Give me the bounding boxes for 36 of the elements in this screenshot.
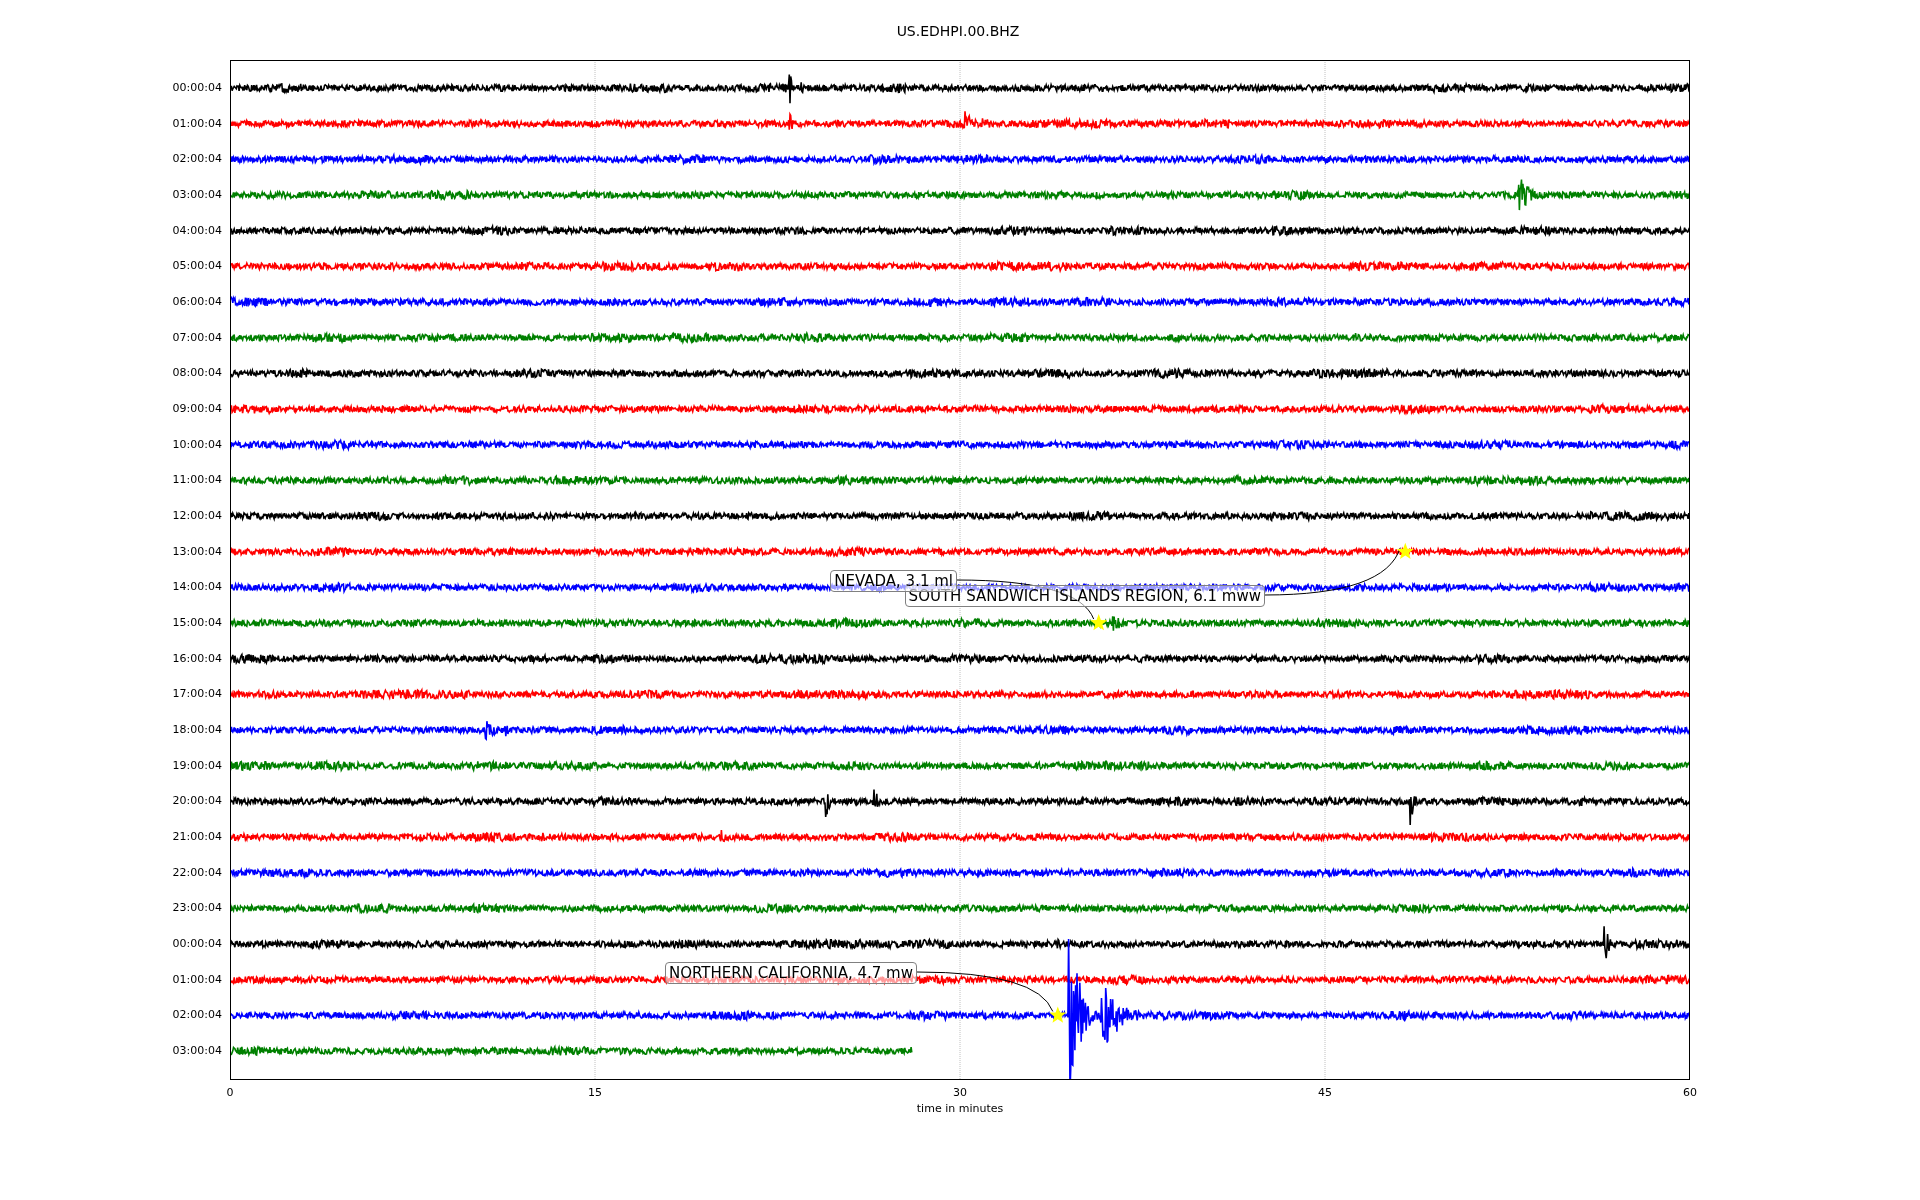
event-annotation: NORTHERN CALIFORNIA, 4.7 mw <box>665 962 917 984</box>
hour-label: 07:00:04 <box>172 329 222 346</box>
hour-label: 04:00:04 <box>172 222 222 239</box>
hour-label: 10:00:04 <box>172 436 222 453</box>
tick-label: 60 <box>1683 1086 1697 1099</box>
hour-label: 03:00:04 <box>172 187 222 204</box>
hour-label: 05:00:04 <box>172 258 222 275</box>
hour-label: 13:00:04 <box>172 543 222 560</box>
axis-label: time in minutes <box>916 1102 1004 1115</box>
hour-label: 15:00:04 <box>172 615 222 631</box>
hour-label: 18:00:04 <box>172 721 222 738</box>
hour-label: 01:00:04 <box>172 115 222 132</box>
hour-label: 01:00:04 <box>172 971 222 988</box>
hour-label: 00:00:04 <box>172 80 222 97</box>
hour-label: 09:00:04 <box>172 401 222 418</box>
tick-label: 30 <box>953 1086 967 1099</box>
hour-label: 08:00:04 <box>172 365 222 382</box>
hour-label: 17:00:04 <box>172 686 222 703</box>
hour-label: 02:00:04 <box>172 151 222 168</box>
chart-title: US.EDHPI.00.BHZ <box>896 22 1020 40</box>
tick-label: 45 <box>1318 1086 1332 1099</box>
hour-label: 00:00:04 <box>172 935 222 952</box>
hour-label: 20:00:04 <box>172 793 222 810</box>
hour-label: 11:00:04 <box>172 472 222 489</box>
hour-label: 23:00:04 <box>172 900 222 917</box>
hour-label: 21:00:04 <box>172 828 222 845</box>
hour-label: 14:00:04 <box>172 579 222 596</box>
tick-label: 15 <box>588 1086 602 1099</box>
hour-label: 12:00:04 <box>172 508 222 525</box>
hour-label: 02:00:04 <box>172 1007 222 1024</box>
hour-label: 22:00:04 <box>172 864 222 881</box>
tick-label: 0 <box>226 1086 234 1099</box>
hour-label: 16:00:04 <box>172 650 222 667</box>
hour-label: 03:00:04 <box>172 1042 222 1059</box>
hour-label: 06:00:04 <box>172 294 222 311</box>
hour-label: 19:00:04 <box>172 757 222 774</box>
